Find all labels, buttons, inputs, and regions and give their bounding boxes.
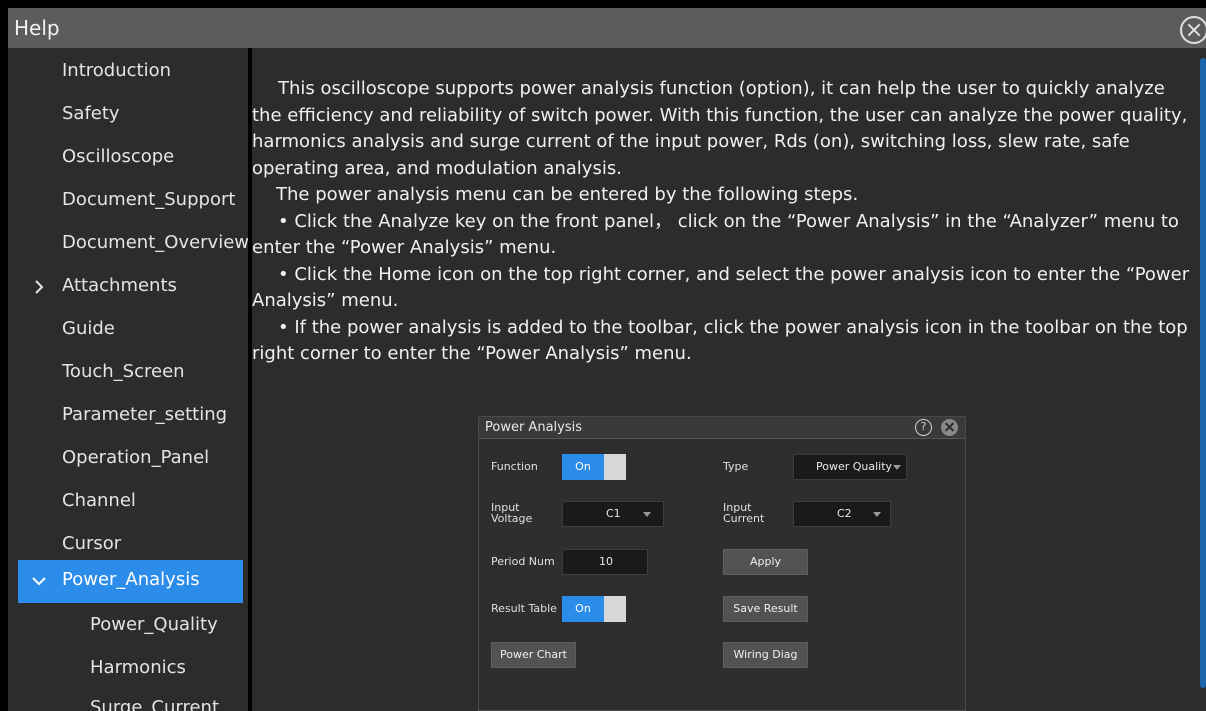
function-toggle[interactable]: On bbox=[562, 454, 626, 480]
period-num-input[interactable]: 10 bbox=[562, 549, 648, 575]
sidebar-item-channel[interactable]: Channel bbox=[18, 481, 243, 524]
power-chart-button[interactable]: Power Chart bbox=[491, 642, 576, 668]
period-num-value: 10 bbox=[599, 555, 613, 568]
help-article: This oscilloscope supports power analysi… bbox=[252, 76, 1194, 368]
input-voltage-value: C1 bbox=[606, 507, 621, 520]
apply-button[interactable]: Apply bbox=[723, 549, 808, 575]
input-current-label-line2: Current bbox=[723, 512, 765, 525]
close-icon[interactable] bbox=[1180, 16, 1206, 44]
sidebar-item-label: Guide bbox=[62, 318, 115, 339]
toggle-on-label: On bbox=[562, 454, 604, 480]
sidebar-item-document-overview[interactable]: Document_Overview bbox=[18, 223, 248, 266]
dialog-header: Power Analysis ? bbox=[479, 417, 965, 439]
save-result-button[interactable]: Save Result bbox=[723, 596, 808, 622]
help-icon[interactable]: ? bbox=[915, 419, 932, 436]
paragraph-step-analyze-key: • Click the Analyze key on the front pan… bbox=[252, 210, 1179, 259]
paragraph-steps-intro: The power analysis menu can be entered b… bbox=[276, 184, 859, 205]
input-current-value: C2 bbox=[837, 507, 852, 520]
input-voltage-select[interactable]: C1 bbox=[562, 501, 664, 527]
sidebar-item-safety[interactable]: Safety bbox=[18, 94, 243, 137]
sidebar-item-label: Safety bbox=[62, 103, 120, 124]
function-label: Function bbox=[491, 460, 538, 473]
sidebar-item-oscilloscope[interactable]: Oscilloscope bbox=[18, 137, 243, 180]
sidebar-item-power-quality[interactable]: Power_Quality bbox=[18, 605, 243, 648]
period-num-label: Period Num bbox=[491, 555, 555, 568]
sidebar-item-harmonics[interactable]: Harmonics bbox=[18, 648, 243, 691]
chevron-right-icon bbox=[35, 280, 44, 294]
input-voltage-label-line2: Voltage bbox=[491, 512, 533, 525]
sidebar-item-surge-current[interactable]: Surge_Current bbox=[18, 688, 243, 711]
sidebar-item-label: Power_Quality bbox=[90, 614, 218, 635]
sidebar-item-label: Document_Support bbox=[62, 189, 236, 210]
sidebar-item-touch-screen[interactable]: Touch_Screen bbox=[18, 352, 243, 395]
sidebar-item-label: Operation_Panel bbox=[62, 447, 210, 468]
sidebar-item-label: Surge_Current bbox=[90, 697, 220, 711]
sidebar-item-label: Channel bbox=[62, 490, 136, 511]
paragraph-step-home-icon: • Click the Home icon on the top right c… bbox=[252, 263, 1190, 312]
sidebar-item-label: Introduction bbox=[62, 60, 172, 81]
sidebar-item-label: Harmonics bbox=[90, 657, 186, 678]
window-title: Help bbox=[14, 16, 60, 40]
sidebar-item-label: Oscilloscope bbox=[62, 146, 175, 167]
sidebar-item-power-analysis[interactable]: Power_Analysis bbox=[18, 560, 243, 603]
dropdown-arrow-icon bbox=[893, 465, 901, 470]
type-select-value: Power Quality bbox=[816, 460, 893, 473]
wiring-diag-button[interactable]: Wiring Diag bbox=[723, 642, 808, 668]
sidebar-item-document-support[interactable]: Document_Support bbox=[18, 180, 243, 223]
sidebar-item-operation-panel[interactable]: Operation_Panel bbox=[18, 438, 243, 481]
help-titlebar: Help bbox=[8, 8, 1206, 48]
scrollbar[interactable] bbox=[1200, 58, 1206, 688]
sidebar-item-introduction[interactable]: Introduction bbox=[18, 51, 243, 94]
sidebar-item-label: Attachments bbox=[62, 275, 177, 296]
sidebar-item-label: Cursor bbox=[62, 533, 122, 554]
sidebar-item-label: Document_Overview bbox=[62, 232, 248, 253]
close-icon[interactable] bbox=[941, 419, 958, 436]
input-current-select[interactable]: C2 bbox=[793, 501, 891, 527]
sidebar-item-guide[interactable]: Guide bbox=[18, 309, 243, 352]
sidebar-item-parameter-setting[interactable]: Parameter_setting bbox=[18, 395, 243, 438]
sidebar-item-label: Parameter_setting bbox=[62, 404, 228, 425]
result-table-label: Result Table bbox=[491, 602, 557, 615]
sidebar-item-label: Touch_Screen bbox=[62, 361, 185, 382]
dropdown-arrow-icon bbox=[873, 512, 881, 517]
sidebar-item-label: Power_Analysis bbox=[62, 569, 200, 590]
type-select[interactable]: Power Quality bbox=[793, 454, 907, 480]
paragraph-intro: This oscilloscope supports power analysi… bbox=[252, 78, 1188, 179]
paragraph-step-toolbar: • If the power analysis is added to the … bbox=[252, 316, 1188, 365]
dropdown-arrow-icon bbox=[643, 512, 651, 517]
sidebar-item-attachments[interactable]: Attachments bbox=[18, 266, 243, 309]
toggle-on-label: On bbox=[562, 596, 604, 622]
chevron-down-icon bbox=[32, 577, 46, 586]
help-sidebar: Introduction Safety Oscilloscope Documen… bbox=[8, 48, 248, 711]
type-label: Type bbox=[723, 460, 749, 473]
dialog-title: Power Analysis bbox=[485, 420, 582, 435]
result-table-toggle[interactable]: On bbox=[562, 596, 626, 622]
power-analysis-dialog: Power Analysis ? Function On Type Power … bbox=[478, 416, 966, 711]
